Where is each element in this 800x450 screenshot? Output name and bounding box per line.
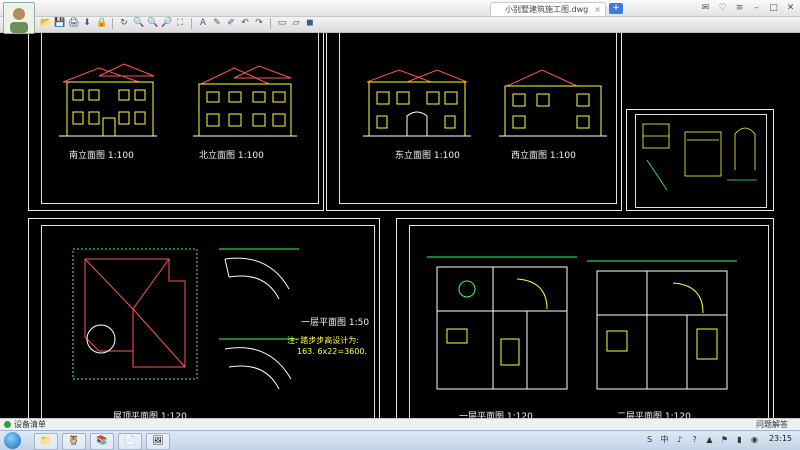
new-tab-button[interactable]: + [609, 3, 623, 14]
plan-drawings-2 [427, 256, 737, 390]
stair-note-line-1: 注: 踏步步高设计为: [287, 336, 359, 345]
flag-icon[interactable]: ⚑ [719, 434, 730, 446]
area-icon[interactable]: ▱ [291, 18, 301, 29]
save-icon[interactable]: 💾 [54, 18, 65, 29]
taskbar: 📁 🦉 📚 📄 🖼 S 中 ♪ ? ▲ ⚑ ▮ ◉ 23:15 [0, 430, 800, 450]
minimize-button[interactable]: – [751, 2, 762, 14]
lock-icon[interactable]: 🔒 [96, 18, 107, 29]
zoom-window-icon[interactable]: 🔎 [161, 18, 172, 29]
sheet-roof-stair-plans: 屋顶平面图 1:120 一层平面图 1:50 注: 踏步步高设计为: 163. … [28, 218, 380, 418]
print-icon[interactable]: 🖨 [68, 18, 79, 29]
help-icon[interactable]: ? [689, 434, 700, 446]
stair-note-line-2: 163. 6x22=3600. [297, 347, 367, 356]
user-avatar[interactable] [3, 2, 35, 34]
mail-icon[interactable]: ✉ [700, 2, 711, 14]
stair-plan-label: 一层平面图 1:50 [301, 318, 370, 328]
undo-icon[interactable]: ↶ [240, 18, 250, 29]
text-icon[interactable]: A [198, 18, 208, 29]
elevation-drawings-2 [363, 69, 607, 137]
library-task-icon[interactable]: 📚 [90, 433, 114, 450]
image-task-icon[interactable]: 🖼 [146, 433, 170, 450]
app-task-icon[interactable]: 🦉 [62, 433, 86, 450]
export-icon[interactable]: ⬇ [82, 18, 92, 29]
close-button[interactable]: ✕ [785, 2, 796, 14]
pencil-icon[interactable]: ✎ [212, 18, 222, 29]
west-elevation-label: 西立面图 1:100 [511, 151, 576, 161]
volume-icon[interactable]: ♪ [674, 434, 685, 446]
title-bar: 小别墅建筑施工图.dwg × + ✉ ♡ ≡ – □ ✕ [0, 0, 800, 34]
start-button[interactable] [4, 432, 21, 449]
favorite-icon[interactable]: ♡ [717, 2, 728, 14]
measure-icon[interactable]: ▭ [277, 18, 287, 29]
zoom-in-icon[interactable]: 🔍 [133, 18, 144, 29]
toolbar: 📂 💾 🖨 ⬇ 🔒 ↻ 🔍 🔍 🔎 ⛶ A ✎ ✐ ↶ ↷ ▭ ▱ ◼ [0, 17, 800, 33]
explorer-task-icon[interactable]: 📁 [34, 433, 58, 450]
document-task-icon[interactable]: 📄 [118, 433, 142, 450]
layers-icon[interactable]: ◼ [305, 18, 315, 29]
sheet-elevations-east-west: 东立面图 1:100 西立面图 1:100 [326, 33, 622, 211]
detail-drawings [642, 123, 757, 191]
roof-plan-label: 屋顶平面图 1:120 [113, 412, 187, 418]
sheet-elevations-south-north: 南立面图 1:100 北立面图 1:100 [28, 33, 324, 211]
sheet-details [626, 109, 774, 211]
north-elevation-label: 北立面图 1:100 [199, 151, 264, 161]
battery-icon[interactable]: ▮ [734, 434, 745, 446]
rotate-icon[interactable]: ↻ [119, 18, 129, 29]
floor-2-plan-label: 二层平面图 1:120 [617, 412, 691, 418]
device-list-text: 设备清单 [14, 420, 46, 429]
zoom-out-icon[interactable]: 🔍 [147, 18, 158, 29]
network-icon[interactable]: ◉ [749, 434, 760, 446]
menu-icon[interactable]: ≡ [734, 2, 745, 14]
east-elevation-label: 东立面图 1:100 [395, 151, 460, 161]
floor-1-plan-label: 一层平面图 1:120 [459, 412, 533, 418]
document-tab-title: 小别墅建筑施工图.dwg [505, 5, 589, 14]
open-icon[interactable]: 📂 [40, 18, 51, 29]
status-dot-icon [4, 421, 11, 428]
tab-close-icon[interactable]: × [594, 3, 601, 17]
south-elevation-label: 南立面图 1:100 [69, 151, 134, 161]
tray-expand-icon[interactable]: ▲ [704, 434, 715, 446]
pen-icon[interactable]: ✐ [226, 18, 236, 29]
input-method-icon[interactable]: 中 [659, 434, 670, 446]
redo-icon[interactable]: ↷ [254, 18, 264, 29]
document-tab[interactable]: 小别墅建筑施工图.dwg × [490, 2, 606, 16]
fit-view-icon[interactable]: ⛶ [175, 18, 185, 29]
clock[interactable]: 23:15 [769, 434, 792, 443]
tray-s-icon[interactable]: S [644, 434, 655, 446]
sheet-floor-plans: 一层平面图 1:120 二层平面图 1:120 [396, 218, 774, 418]
elevation-drawings-1 [59, 63, 297, 137]
drawing-canvas[interactable]: 南立面图 1:100 北立面图 1:100 东立面图 1:100 西立面图 1:… [0, 33, 800, 418]
maximize-button[interactable]: □ [768, 2, 779, 14]
